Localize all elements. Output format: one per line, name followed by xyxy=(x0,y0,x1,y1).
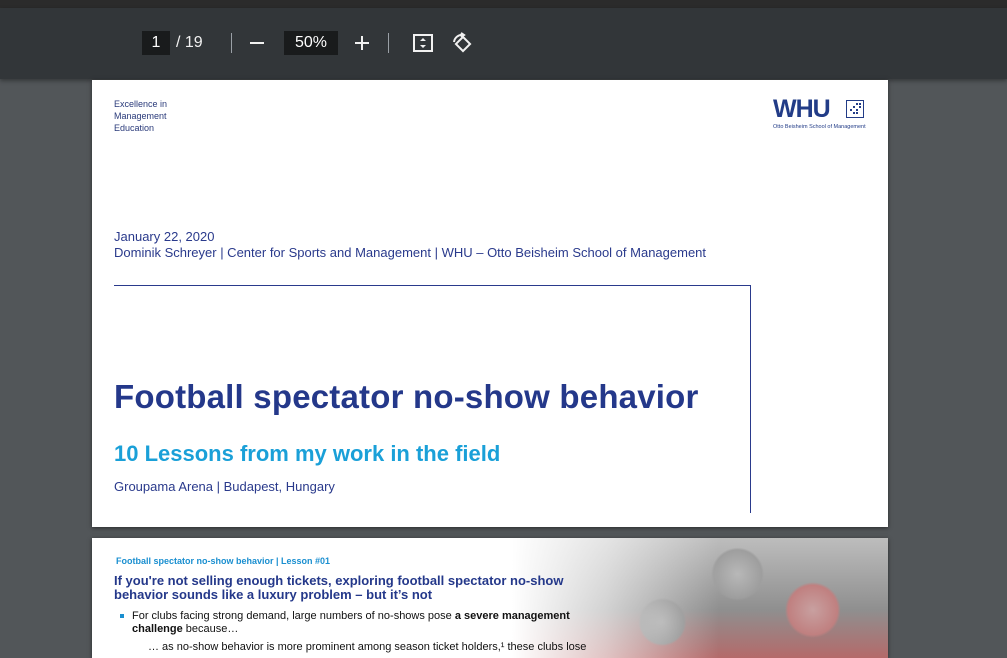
venue-line: Groupama Arena | Budapest, Hungary xyxy=(114,479,335,494)
presentation-subtitle: 10 Lessons from my work in the field xyxy=(114,441,501,466)
rotate-icon xyxy=(453,32,472,53)
bullet-item: For clubs facing strong demand, large nu… xyxy=(120,610,590,636)
rotate-button[interactable] xyxy=(448,29,476,57)
presentation-date: January 22, 2020 xyxy=(114,229,215,244)
bullet-bold-text: challenge xyxy=(132,623,183,635)
bullet-bold-text: a severe management xyxy=(454,610,570,622)
zoom-out-button[interactable] xyxy=(243,29,271,57)
bullet-marker xyxy=(120,614,124,618)
presentation-title: Football spectator no-show behavior xyxy=(114,378,699,415)
fit-to-page-icon xyxy=(413,34,433,52)
sub-bullet-text: … as no-show behavior is more prominent … xyxy=(148,641,587,653)
tagline-line: Excellence in xyxy=(114,99,168,109)
pdf-toolbar: 1 / 19 50% xyxy=(0,8,1007,79)
divider-vertical xyxy=(750,285,751,513)
window-top-strip xyxy=(0,0,1007,8)
author-line: Dominik Schreyer | Center for Sports and… xyxy=(114,245,707,260)
zoom-in-icon xyxy=(355,36,369,50)
logo-text: WHU xyxy=(773,95,831,123)
bullet-text-part: For clubs facing strong demand, large nu… xyxy=(132,610,455,622)
logo-mark-icon xyxy=(846,100,864,118)
divider-horizontal xyxy=(114,285,751,286)
tagline: Excellence in Management Education xyxy=(114,98,167,134)
lesson-title-line: behavior sounds like a luxury problem – … xyxy=(114,587,433,602)
page-total-label: / 19 xyxy=(176,34,203,51)
zoom-in-button[interactable] xyxy=(348,29,376,57)
tagline-line: Management xyxy=(114,111,167,121)
logo-subtitle: Otto Beisheim School of Management xyxy=(773,124,866,130)
pdf-page-1: Excellence in Management Education WHU O… xyxy=(92,80,888,527)
fit-to-page-button[interactable] xyxy=(409,29,437,57)
whu-logo: WHU Otto Beisheim School of Management xyxy=(773,95,868,133)
toolbar-separator xyxy=(388,33,389,53)
bullet-text: For clubs facing strong demand, large nu… xyxy=(132,610,590,636)
lesson-header: Football spectator no-show behavior | Le… xyxy=(116,556,331,566)
bullet-text-part: because… xyxy=(182,623,239,635)
lesson-title: If you're not selling enough tickets, ex… xyxy=(114,574,584,602)
zoom-level-input[interactable]: 50% xyxy=(284,31,338,55)
page-number-input[interactable]: 1 xyxy=(142,31,170,55)
zoom-out-icon xyxy=(250,42,264,44)
toolbar-separator xyxy=(231,33,232,53)
tagline-line: Education xyxy=(114,123,155,133)
lesson-title-line: If you're not selling enough tickets, ex… xyxy=(114,573,564,588)
pdf-page-2: Football spectator no-show behavior | Le… xyxy=(92,538,888,658)
